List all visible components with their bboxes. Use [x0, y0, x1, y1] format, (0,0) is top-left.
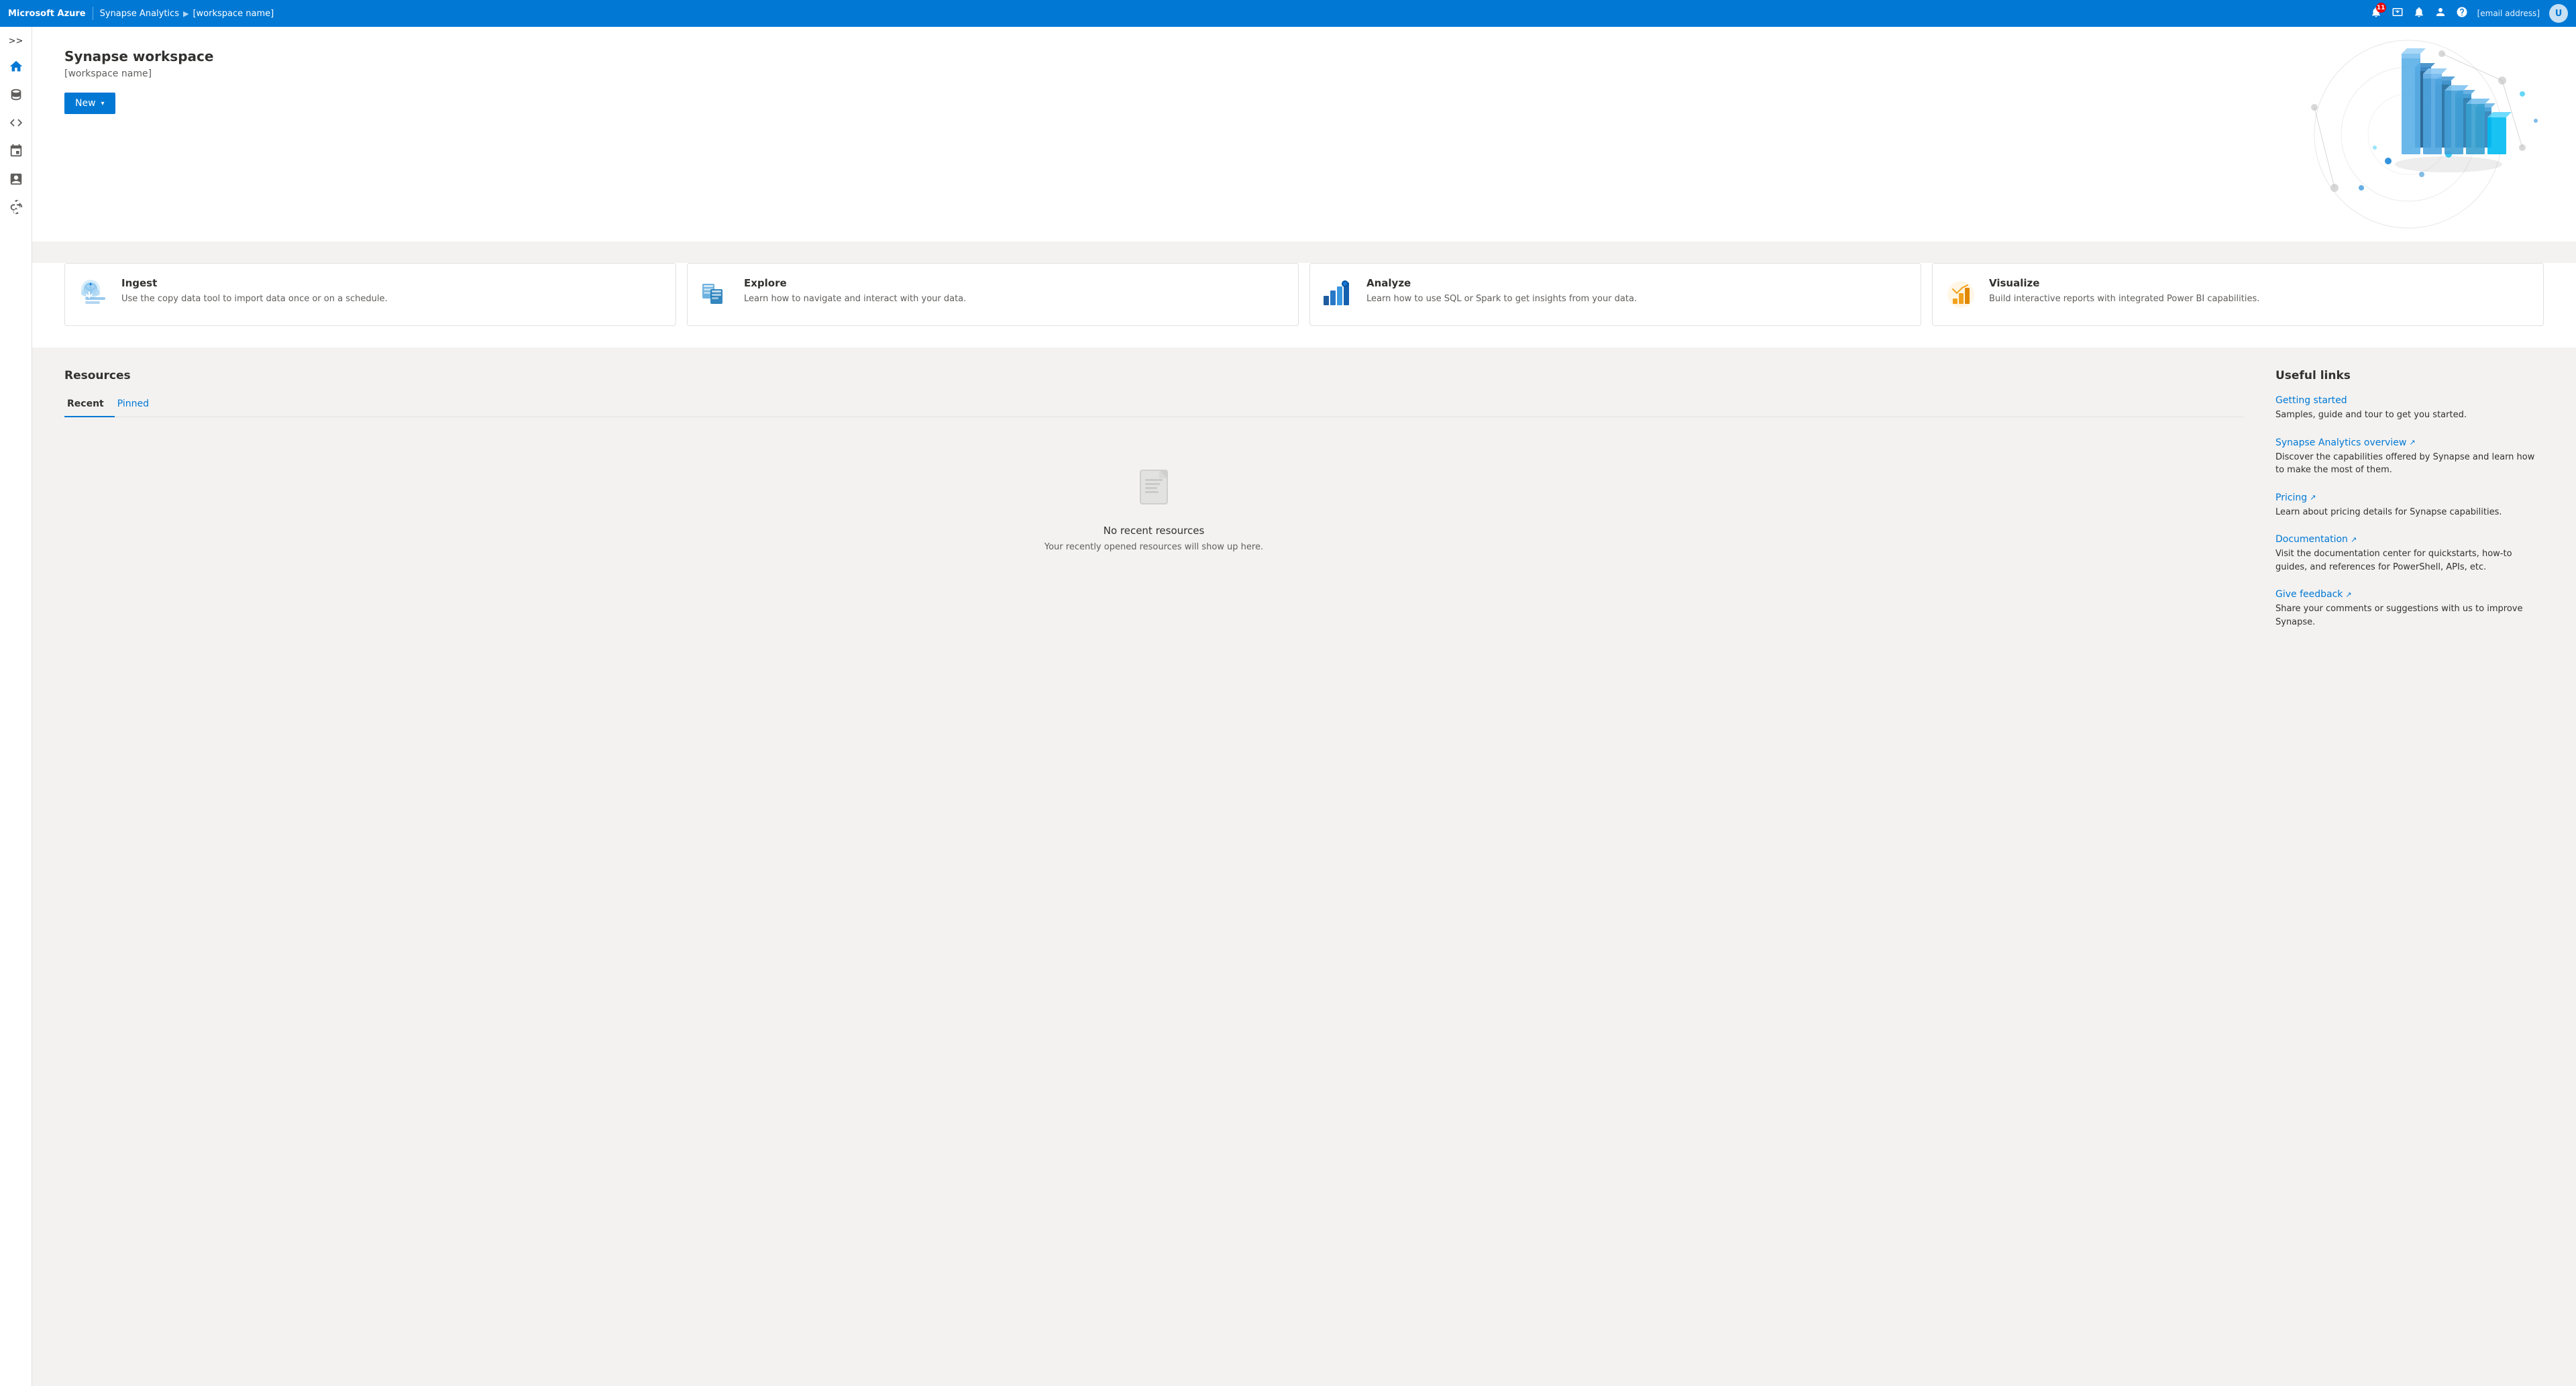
- useful-links-title: Useful links: [2275, 369, 2544, 382]
- ingest-card-content: Ingest Use the copy data tool to import …: [121, 277, 388, 305]
- explore-card-title: Explore: [744, 277, 966, 289]
- breadcrumb-workspace: [workspace name]: [193, 9, 274, 19]
- topbar: Microsoft Azure Synapse Analytics ▶ [wor…: [0, 0, 2576, 27]
- explore-icon: [698, 277, 733, 312]
- link-overview: Synapse Analytics overview ↗ Discover th…: [2275, 435, 2544, 477]
- visualize-card[interactable]: Visualize Build interactive reports with…: [1932, 263, 2544, 326]
- analyze-icon: [1321, 277, 1356, 312]
- account-icon[interactable]: [2434, 6, 2447, 21]
- breadcrumb: Synapse Analytics ▶ [workspace name]: [100, 9, 274, 19]
- external-link-icon: ↗: [2409, 438, 2415, 447]
- useful-links-section: Useful links Getting started Samples, gu…: [2275, 369, 2544, 642]
- ingest-card[interactable]: Ingest Use the copy data tool to import …: [64, 263, 676, 326]
- new-button[interactable]: New ▾: [64, 93, 115, 114]
- breadcrumb-sep: ▶: [183, 9, 189, 18]
- link-pricing: Pricing ↗ Learn about pricing details fo…: [2275, 490, 2544, 519]
- external-link-icon-feedback: ↗: [2345, 590, 2351, 599]
- azure-logo: Microsoft Azure: [8, 9, 86, 19]
- feedback-link[interactable]: Give feedback ↗: [2275, 589, 2352, 600]
- link-getting-started: Getting started Samples, guide and tour …: [2275, 393, 2544, 422]
- analyze-card-desc: Learn how to use SQL or Spark to get ins…: [1366, 293, 1637, 305]
- visualize-card-title: Visualize: [1989, 277, 2259, 289]
- sidebar-item-develop[interactable]: [3, 109, 30, 136]
- analyze-card[interactable]: Analyze Learn how to use SQL or Spark to…: [1309, 263, 1921, 326]
- resources-section: Resources Recent Pinned: [64, 369, 2243, 642]
- getting-started-link[interactable]: Getting started: [2275, 395, 2347, 406]
- empty-title: No recent resources: [1104, 525, 1205, 537]
- feedback-desc: Share your comments or suggestions with …: [2275, 602, 2544, 629]
- sidebar-toggle[interactable]: >>: [3, 31, 29, 52]
- ingest-card-desc: Use the copy data tool to import data on…: [121, 293, 388, 305]
- analyze-card-content: Analyze Learn how to use SQL or Spark to…: [1366, 277, 1637, 305]
- app-body: >> Synapse workspace [workspace na: [0, 27, 2576, 1386]
- empty-desc: Your recently opened resources will show…: [1044, 542, 1263, 552]
- brand: Microsoft Azure: [8, 9, 86, 19]
- link-feedback: Give feedback ↗ Share your comments or s…: [2275, 587, 2544, 629]
- explore-card-desc: Learn how to navigate and interact with …: [744, 293, 966, 305]
- main-content: Synapse workspace [workspace name] New ▾: [32, 27, 2576, 1386]
- user-email: [email address]: [2477, 9, 2540, 18]
- explore-card-content: Explore Learn how to navigate and intera…: [744, 277, 966, 305]
- cloud-shell-icon[interactable]: [2392, 6, 2404, 21]
- overview-link[interactable]: Synapse Analytics overview ↗: [2275, 437, 2416, 448]
- chevron-down-icon: ▾: [101, 100, 105, 107]
- analyze-card-title: Analyze: [1366, 277, 1637, 289]
- documentation-desc: Visit the documentation center for quick…: [2275, 547, 2544, 574]
- hero-illustration: [2241, 27, 2576, 242]
- link-documentation: Documentation ↗ Visit the documentation …: [2275, 532, 2544, 574]
- help-icon[interactable]: [2456, 6, 2468, 21]
- bottom-section: Resources Recent Pinned: [32, 348, 2576, 663]
- pricing-link[interactable]: Pricing ↗: [2275, 492, 2316, 503]
- ingest-icon: [76, 277, 111, 312]
- overview-desc: Discover the capabilities offered by Syn…: [2275, 451, 2544, 477]
- explore-card[interactable]: Explore Learn how to navigate and intera…: [687, 263, 1299, 326]
- pricing-desc: Learn about pricing details for Synapse …: [2275, 506, 2544, 519]
- sidebar-item-manage[interactable]: [3, 194, 30, 221]
- sidebar-item-integrate[interactable]: [3, 138, 30, 164]
- notifications-icon[interactable]: 11: [2370, 6, 2382, 21]
- external-link-icon-pricing: ↗: [2310, 493, 2316, 502]
- sidebar-item-data[interactable]: [3, 81, 30, 108]
- visualize-card-desc: Build interactive reports with integrate…: [1989, 293, 2259, 305]
- topbar-right: 11 [email address] U: [2370, 4, 2568, 23]
- sidebar-item-monitor[interactable]: [3, 166, 30, 193]
- tab-pinned[interactable]: Pinned: [115, 393, 160, 417]
- ingest-card-title: Ingest: [121, 277, 388, 289]
- resources-tabs: Recent Pinned: [64, 393, 2243, 417]
- workspace-name: [workspace name]: [64, 68, 2544, 79]
- tab-recent[interactable]: Recent: [64, 393, 115, 417]
- breadcrumb-app: Synapse Analytics: [100, 9, 179, 19]
- action-cards: Ingest Use the copy data tool to import …: [32, 263, 2576, 348]
- hero-section: Synapse workspace [workspace name] New ▾: [32, 27, 2576, 242]
- resources-title: Resources: [64, 369, 2243, 382]
- visualize-icon: [1943, 277, 1978, 312]
- sidebar: >>: [0, 27, 32, 1386]
- external-link-icon-docs: ↗: [2351, 535, 2357, 544]
- bell-icon[interactable]: [2413, 6, 2425, 21]
- documentation-link[interactable]: Documentation ↗: [2275, 534, 2357, 545]
- notification-badge: 11: [2376, 3, 2386, 13]
- getting-started-desc: Samples, guide and tour to get you start…: [2275, 409, 2544, 422]
- empty-state-icon: [1127, 460, 1181, 514]
- workspace-title: Synapse workspace: [64, 48, 2544, 64]
- visualize-card-content: Visualize Build interactive reports with…: [1989, 277, 2259, 305]
- avatar[interactable]: U: [2549, 4, 2568, 23]
- sidebar-item-home[interactable]: [3, 53, 30, 80]
- empty-state: No recent resources Your recently opened…: [64, 433, 2243, 566]
